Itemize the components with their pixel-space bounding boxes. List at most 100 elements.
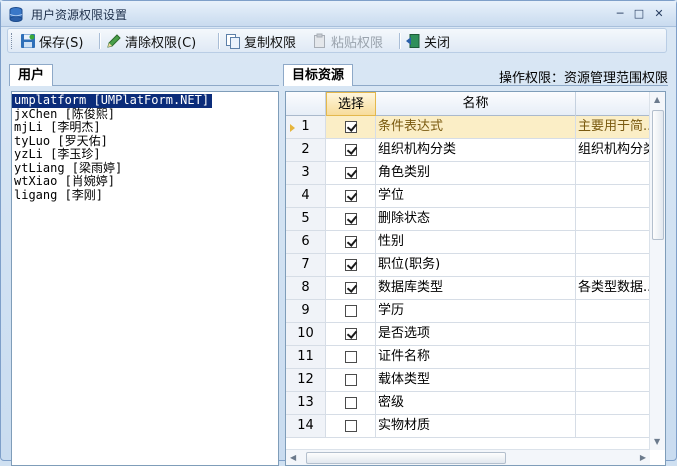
table-row[interactable]: 7 职位(职务): [286, 254, 656, 277]
paste-permission-button[interactable]: 粘贴权限: [312, 31, 383, 51]
resource-name-cell[interactable]: 性别: [376, 231, 576, 253]
user-list-item[interactable]: jxChen [陈俊熙]: [12, 107, 278, 122]
select-checkbox[interactable]: [344, 397, 357, 409]
tab-target-resources[interactable]: 目标资源: [283, 64, 354, 86]
row-number-cell[interactable]: 7: [286, 254, 326, 276]
resource-name-cell[interactable]: 学历: [376, 300, 576, 322]
select-checkbox[interactable]: [344, 213, 357, 225]
table-row[interactable]: 11 证件名称: [286, 346, 656, 369]
table-row[interactable]: 8 数据库类型 各类型数据...: [286, 277, 656, 300]
header-description[interactable]: [576, 92, 656, 116]
row-number-cell[interactable]: 3: [286, 162, 326, 184]
resource-description-cell[interactable]: [576, 323, 656, 345]
row-number-cell[interactable]: 14: [286, 415, 326, 437]
select-checkbox[interactable]: [344, 420, 357, 432]
resource-name-cell[interactable]: 组织机构分类: [376, 139, 576, 161]
horizontal-scrollbar[interactable]: ◀ ▶: [286, 449, 650, 465]
select-checkbox[interactable]: [344, 144, 357, 156]
resource-description-cell[interactable]: [576, 392, 656, 414]
scroll-left-icon[interactable]: ◀: [290, 453, 296, 463]
resource-name-cell[interactable]: 删除状态: [376, 208, 576, 230]
select-checkbox[interactable]: [344, 351, 357, 363]
table-row[interactable]: 13 密级: [286, 392, 656, 415]
table-row[interactable]: 5 删除状态: [286, 208, 656, 231]
row-number-cell[interactable]: 5: [286, 208, 326, 230]
table-row[interactable]: 14 实物材质: [286, 415, 656, 438]
resource-description-cell[interactable]: [576, 346, 656, 368]
resource-description-cell[interactable]: 主要用于简...: [576, 116, 656, 138]
row-number-cell[interactable]: 2: [286, 139, 326, 161]
clear-permission-button[interactable]: 清除权限(C): [106, 31, 196, 51]
select-checkbox[interactable]: [344, 282, 357, 294]
scroll-right-icon[interactable]: ▶: [640, 453, 646, 463]
select-checkbox[interactable]: [344, 374, 357, 386]
resource-description-cell[interactable]: 组织机构分类: [576, 139, 656, 161]
resource-name-cell[interactable]: 密级: [376, 392, 576, 414]
resource-description-cell[interactable]: [576, 162, 656, 184]
scroll-down-icon[interactable]: ▼: [654, 437, 660, 447]
select-checkbox[interactable]: [344, 190, 357, 202]
user-list[interactable]: umplatform [UMPlatForm.NET] jxChen [陈俊熙] m…: [11, 91, 279, 466]
user-list-item[interactable]: wtXiao [肖婉婷]: [12, 174, 278, 189]
table-row[interactable]: 10 是否选项: [286, 323, 656, 346]
row-number-cell[interactable]: 6: [286, 231, 326, 253]
user-list-item[interactable]: umplatform [UMPlatForm.NET]: [12, 93, 212, 108]
resource-description-cell[interactable]: [576, 300, 656, 322]
user-list-item[interactable]: mjLi [李明杰]: [12, 120, 278, 135]
row-number-cell[interactable]: 10: [286, 323, 326, 345]
row-number-cell[interactable]: 1: [286, 116, 326, 138]
header-name[interactable]: 名称: [376, 92, 576, 116]
user-list-item[interactable]: tyLuo [罗天佑]: [12, 134, 278, 149]
row-number-cell[interactable]: 8: [286, 277, 326, 299]
vertical-scrollbar[interactable]: ▲ ▼: [649, 92, 665, 450]
table-row[interactable]: 9 学历: [286, 300, 656, 323]
copy-permission-button[interactable]: 复制权限: [225, 31, 296, 51]
vertical-scroll-thumb[interactable]: [652, 110, 664, 240]
resource-description-cell[interactable]: [576, 208, 656, 230]
resource-description-cell[interactable]: 各类型数据...: [576, 277, 656, 299]
row-number-cell[interactable]: 9: [286, 300, 326, 322]
table-row[interactable]: 2 组织机构分类 组织机构分类: [286, 139, 656, 162]
resource-grid[interactable]: 选择 名称 1 条件表达式 主要用于简... 2 组织机构分类 组织机构分类 3 角色类别 4 学…: [285, 91, 666, 466]
resource-name-cell[interactable]: 条件表达式: [376, 116, 576, 138]
row-number-cell[interactable]: 13: [286, 392, 326, 414]
table-row[interactable]: 3 角色类别: [286, 162, 656, 185]
resource-name-cell[interactable]: 职位(职务): [376, 254, 576, 276]
table-row[interactable]: 4 学位: [286, 185, 656, 208]
resource-name-cell[interactable]: 是否选项: [376, 323, 576, 345]
user-list-item[interactable]: ligang [李刚]: [12, 188, 278, 203]
resource-name-cell[interactable]: 载体类型: [376, 369, 576, 391]
row-number-cell[interactable]: 4: [286, 185, 326, 207]
resource-name-cell[interactable]: 实物材质: [376, 415, 576, 437]
select-checkbox[interactable]: [344, 259, 357, 271]
horizontal-scroll-thumb[interactable]: [306, 452, 506, 464]
select-checkbox[interactable]: [344, 305, 357, 317]
select-checkbox[interactable]: [344, 167, 357, 179]
resource-name-cell[interactable]: 证件名称: [376, 346, 576, 368]
resource-description-cell[interactable]: [576, 185, 656, 207]
resource-name-cell[interactable]: 数据库类型: [376, 277, 576, 299]
table-row[interactable]: 6 性别: [286, 231, 656, 254]
resource-description-cell[interactable]: [576, 369, 656, 391]
table-row[interactable]: 1 条件表达式 主要用于简...: [286, 116, 656, 139]
maximize-button[interactable]: □: [631, 7, 647, 21]
save-button[interactable]: 保存(S): [20, 31, 83, 51]
row-number-cell[interactable]: 11: [286, 346, 326, 368]
select-checkbox[interactable]: [344, 121, 357, 133]
select-checkbox[interactable]: [344, 328, 357, 340]
row-number-cell[interactable]: 12: [286, 369, 326, 391]
resource-description-cell[interactable]: [576, 415, 656, 437]
resource-description-cell[interactable]: [576, 231, 656, 253]
close-button[interactable]: 关闭: [405, 31, 450, 51]
user-list-item[interactable]: yzLi [李玉珍]: [12, 147, 278, 162]
resource-name-cell[interactable]: 学位: [376, 185, 576, 207]
toolbar-grip[interactable]: [11, 33, 14, 49]
table-row[interactable]: 12 载体类型: [286, 369, 656, 392]
select-checkbox[interactable]: [344, 236, 357, 248]
scroll-up-icon[interactable]: ▲: [654, 95, 660, 105]
minimize-button[interactable]: ─: [612, 7, 628, 21]
tab-users[interactable]: 用户: [9, 64, 54, 86]
user-list-item[interactable]: ytLiang [梁雨婷]: [12, 161, 278, 176]
resource-description-cell[interactable]: [576, 254, 656, 276]
close-window-button[interactable]: ✕: [651, 7, 667, 21]
